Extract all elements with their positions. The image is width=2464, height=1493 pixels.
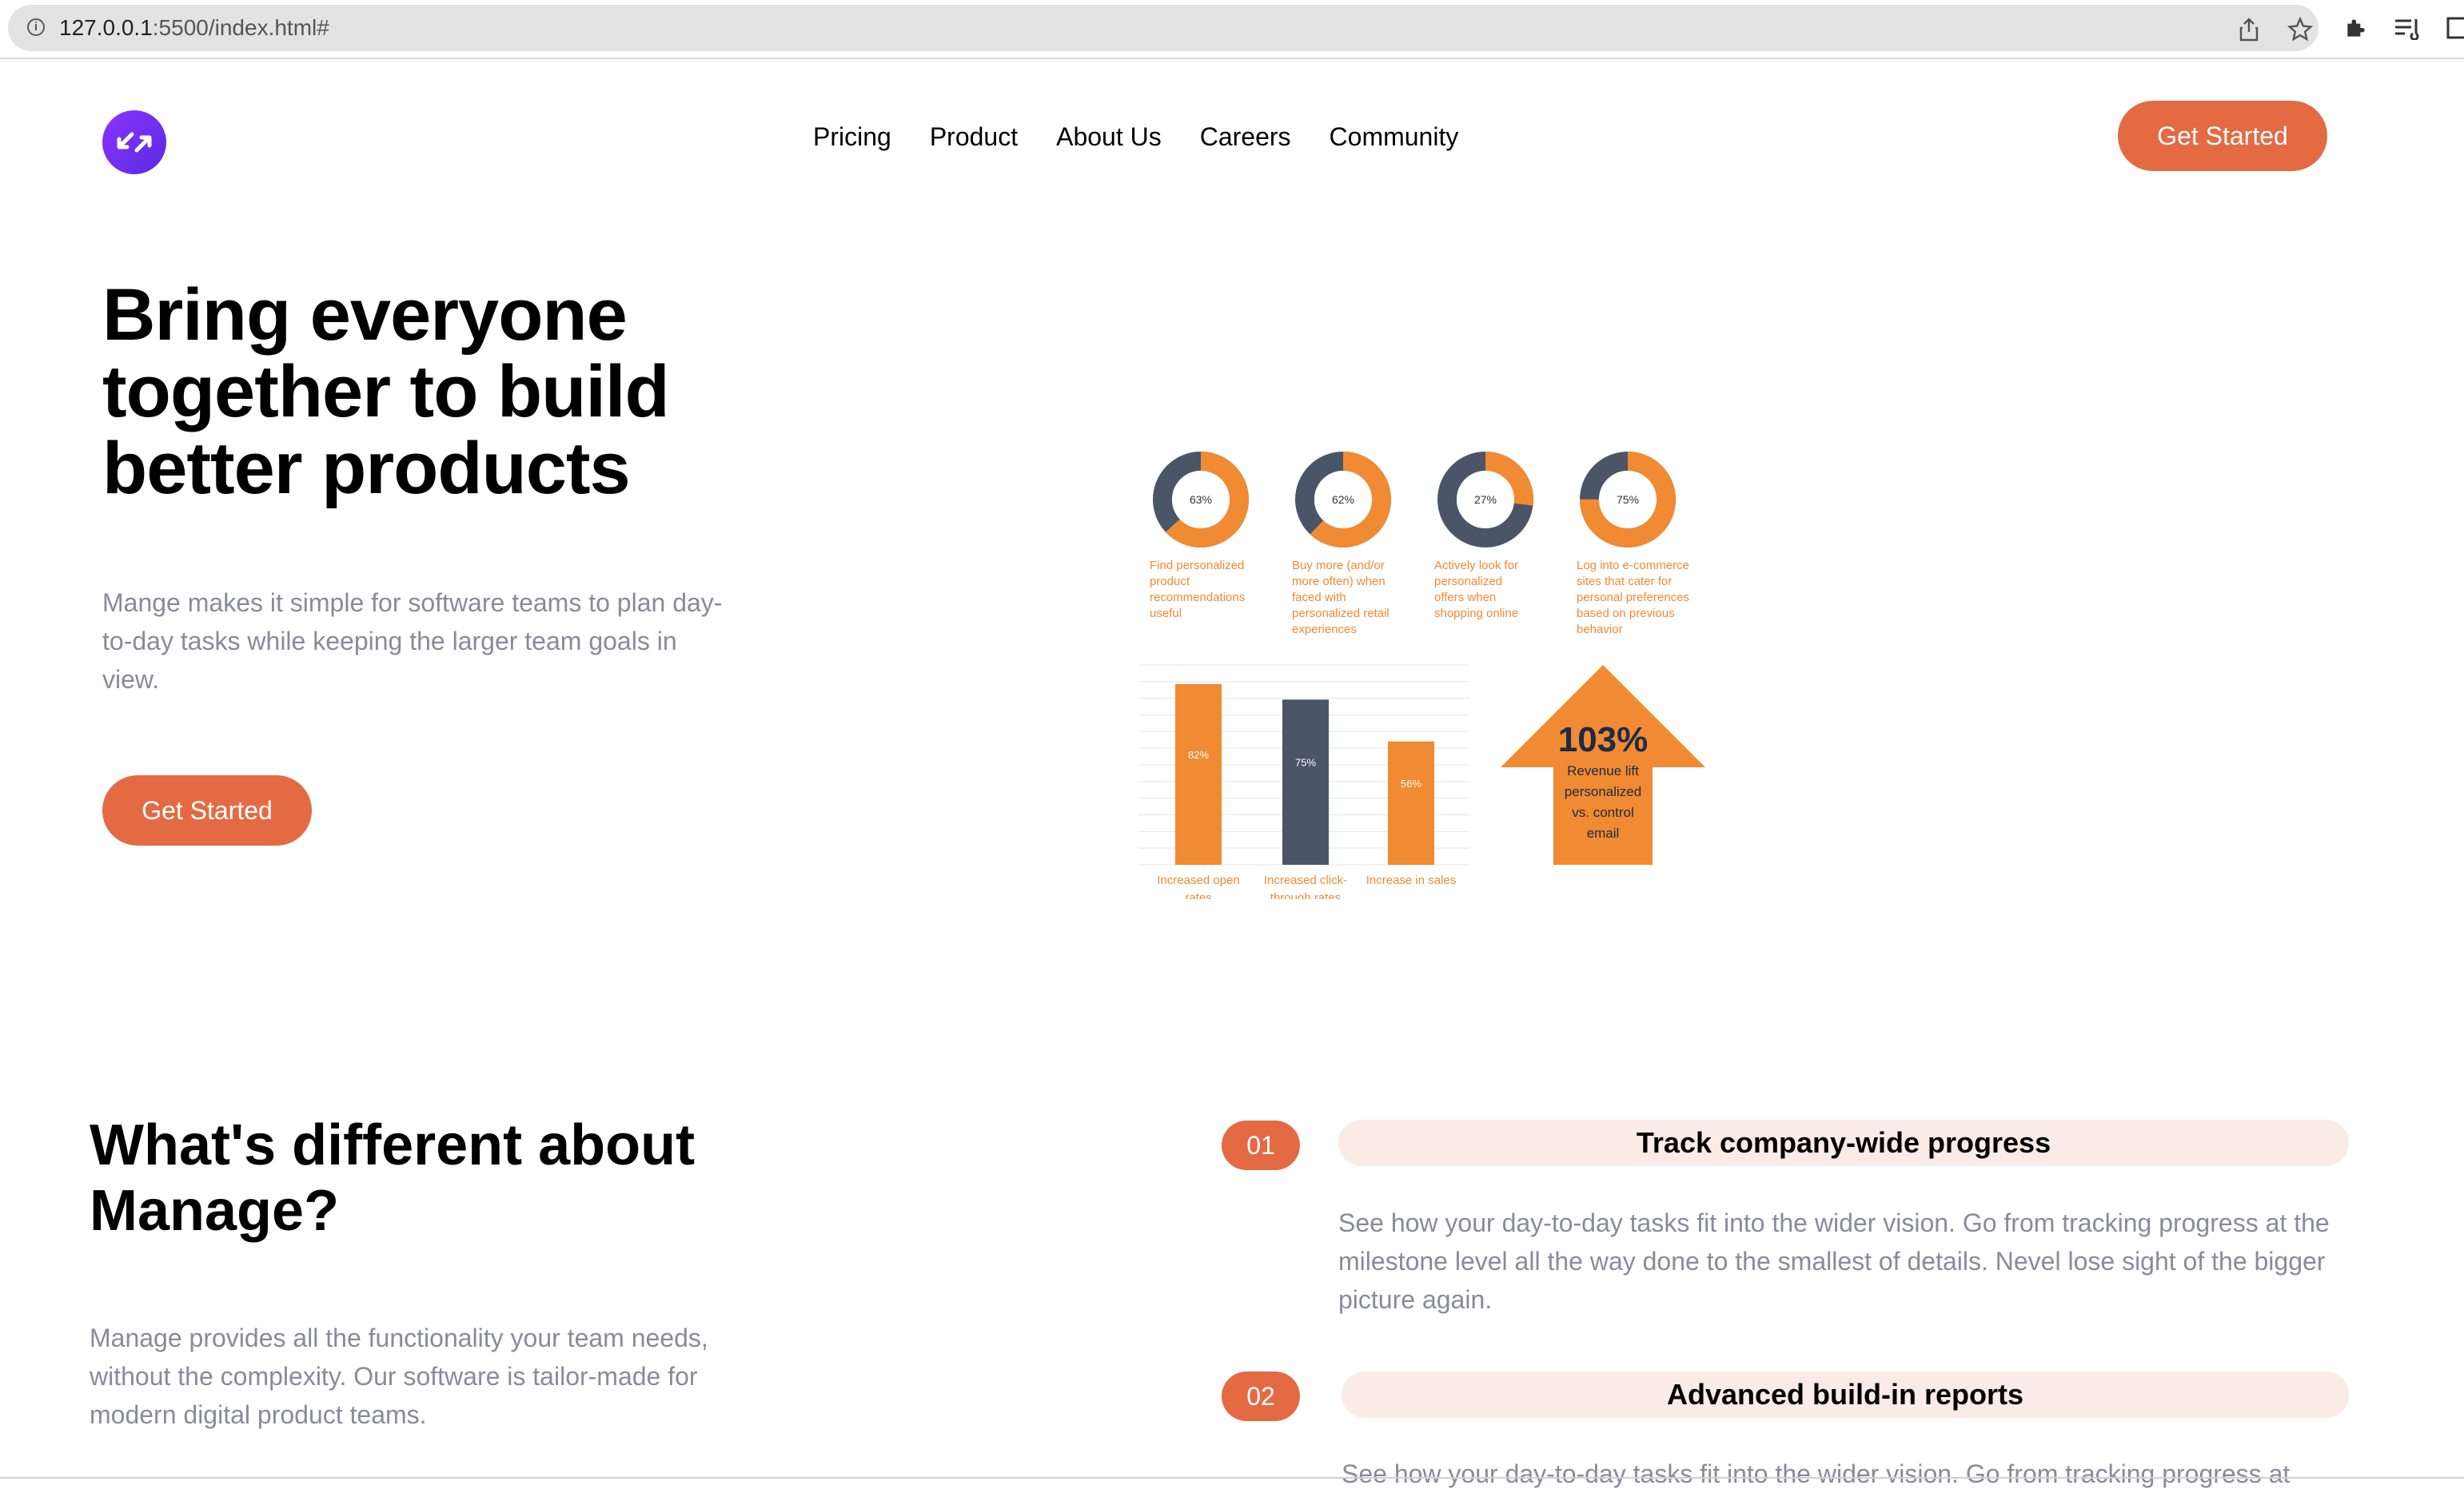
bar-value-label: 82%	[1188, 749, 1209, 761]
nav-link-product[interactable]: Product	[930, 120, 1018, 153]
logo-arrows-icon	[117, 132, 152, 153]
bar-caption: through rates	[1270, 891, 1341, 899]
arrow-value: 103%	[1558, 720, 1649, 759]
hero-infographic: 63% Find personalized product recommendatio…	[1135, 440, 1711, 905]
donut-caption: useful	[1150, 607, 1182, 620]
donut-caption: Find personalized	[1150, 559, 1244, 572]
brand-logo[interactable]	[102, 110, 166, 174]
feature-description: See how your day-to-day tasks fit into t…	[1342, 1459, 2291, 1488]
bar-caption: rates	[1185, 891, 1211, 899]
feature-number-badge: 01	[1222, 1121, 1300, 1170]
donut-value-label: 27%	[1474, 493, 1497, 506]
bookmark-star-icon[interactable]	[2287, 16, 2314, 43]
bar-caption: Increase in sales	[1366, 874, 1457, 887]
url-host: 127.0.0.1	[59, 15, 153, 40]
nav-link-community[interactable]: Community	[1330, 120, 1459, 153]
donut-caption: Log into e-commerce	[1577, 559, 1689, 572]
donut-caption: personalized	[1434, 575, 1502, 588]
donut-caption: more often) when	[1292, 575, 1386, 588]
feature-number-badge: 02	[1222, 1372, 1300, 1421]
hero-get-started-button[interactable]: Get Started	[102, 775, 312, 846]
nav-link-pricing[interactable]: Pricing	[813, 120, 891, 153]
bar-caption: Increased click-	[1264, 874, 1347, 887]
donut-value-label: 63%	[1190, 493, 1212, 506]
info-icon[interactable]: i	[27, 18, 45, 36]
viewport-bottom-edge	[0, 1477, 2464, 1479]
hero-description: Mange makes it simple for software teams…	[102, 588, 723, 694]
bar	[1175, 684, 1222, 865]
main-nav: Pricing Product About Us Careers Communi…	[813, 120, 1497, 153]
reading-list-icon[interactable]	[2394, 14, 2421, 42]
feature-title-bar: Advanced build-in reports	[1342, 1372, 2349, 1418]
donut-caption: experiences	[1292, 623, 1357, 636]
donut-caption: shopping online	[1434, 607, 1518, 620]
extensions-puzzle-icon[interactable]	[2342, 14, 2370, 42]
donut-value-label: 75%	[1617, 493, 1639, 506]
arrow-caption: vs. control	[1572, 805, 1633, 820]
side-panel-icon[interactable]	[2443, 14, 2464, 42]
bar-caption: Increased open	[1157, 874, 1239, 887]
bar-value-label: 75%	[1295, 757, 1316, 769]
donut-caption: based on previous	[1577, 607, 1675, 620]
section-title: What's different about Manage?	[90, 1113, 696, 1243]
donut-caption: Actively look for	[1434, 559, 1518, 572]
donut-caption: faced with	[1292, 591, 1346, 604]
url-path: :5500/index.html#	[152, 15, 329, 40]
section-description: Manage provides all the functionality yo…	[90, 1324, 708, 1429]
donut-caption: sites that cater for	[1577, 575, 1672, 588]
bar	[1388, 741, 1434, 865]
browser-chrome: i 127.0.0.1:5500/index.html#	[0, 0, 2464, 59]
donut-caption: personal preferences	[1577, 591, 1689, 604]
address-bar[interactable]: i 127.0.0.1:5500/index.html#	[8, 5, 2318, 51]
donut-caption: personalized retail	[1292, 607, 1389, 620]
donut-caption: offers when	[1434, 591, 1496, 604]
feature-title-bar: Track company-wide progress	[1338, 1120, 2349, 1166]
donut-caption: product	[1150, 575, 1190, 588]
arrow-caption: email	[1587, 826, 1620, 841]
bar-value-label: 56%	[1401, 778, 1421, 790]
donut-value-label: 62%	[1332, 493, 1354, 506]
arrow-caption: Revenue lift	[1567, 763, 1639, 778]
infographic-svg: 63% Find personalized product recommendatio…	[1138, 452, 1705, 905]
url-text[interactable]: 127.0.0.1:5500/index.html#	[59, 15, 329, 41]
nav-link-about-us[interactable]: About Us	[1056, 120, 1162, 153]
donut-caption: Buy more (and/or	[1292, 559, 1385, 572]
header-get-started-button[interactable]: Get Started	[2118, 101, 2327, 171]
bar	[1282, 699, 1329, 865]
hero-title: Bring everyone together to build better …	[102, 274, 670, 509]
donut-caption: behavior	[1577, 623, 1623, 636]
donut-caption: recommendations	[1150, 591, 1245, 604]
arrow-caption: personalized	[1565, 784, 1641, 799]
nav-link-careers[interactable]: Careers	[1200, 120, 1291, 153]
feature-description: See how your day-to-day tasks fit into t…	[1338, 1208, 2330, 1314]
share-icon[interactable]	[2235, 16, 2263, 43]
